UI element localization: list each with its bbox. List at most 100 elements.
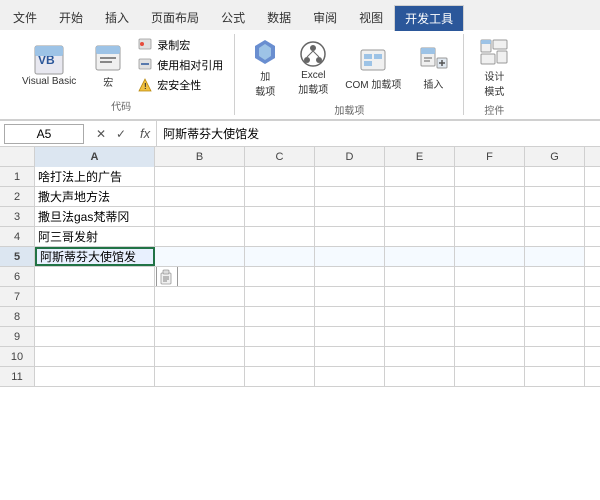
macro-security-button[interactable]: ! 宏安全性: [134, 76, 226, 94]
cell-c8[interactable]: [245, 307, 315, 326]
cell-b1[interactable]: [155, 167, 245, 186]
tab-review[interactable]: 审阅: [302, 4, 348, 30]
cell-f11[interactable]: [455, 367, 525, 386]
cell-a6[interactable]: [35, 267, 155, 286]
cell-g8[interactable]: [525, 307, 585, 326]
cell-e1[interactable]: [385, 167, 455, 186]
cell-d9[interactable]: [315, 327, 385, 346]
cell-g3[interactable]: [525, 207, 585, 226]
cell-c2[interactable]: [245, 187, 315, 206]
cell-f3[interactable]: [455, 207, 525, 226]
cell-b6[interactable]: [155, 267, 245, 286]
cell-d6[interactable]: [315, 267, 385, 286]
cell-d8[interactable]: [315, 307, 385, 326]
tab-insert[interactable]: 插入: [94, 4, 140, 30]
cell-e5[interactable]: [385, 247, 455, 266]
cell-f1[interactable]: [455, 167, 525, 186]
tab-data[interactable]: 数据: [256, 4, 302, 30]
cell-g11[interactable]: [525, 367, 585, 386]
cell-f6[interactable]: [455, 267, 525, 286]
confirm-formula-button[interactable]: ✓: [112, 125, 130, 143]
cell-g4[interactable]: [525, 227, 585, 246]
cell-e2[interactable]: [385, 187, 455, 206]
relative-ref-button[interactable]: 使用相对引用: [134, 56, 226, 74]
tab-formula[interactable]: 公式: [210, 4, 256, 30]
col-header-e[interactable]: E: [385, 147, 455, 167]
tab-page-layout[interactable]: 页面布局: [140, 4, 210, 30]
cell-d1[interactable]: [315, 167, 385, 186]
cell-c11[interactable]: [245, 367, 315, 386]
insert-button[interactable]: 插入: [411, 42, 455, 93]
col-header-c[interactable]: C: [245, 147, 315, 167]
cell-d2[interactable]: [315, 187, 385, 206]
cell-g2[interactable]: [525, 187, 585, 206]
cell-b8[interactable]: [155, 307, 245, 326]
cell-d5[interactable]: [315, 247, 385, 266]
cell-f4[interactable]: [455, 227, 525, 246]
tab-start[interactable]: 开始: [48, 4, 94, 30]
record-macro-button[interactable]: 录制宏: [134, 36, 226, 54]
cell-b10[interactable]: [155, 347, 245, 366]
addin-button[interactable]: 加载项: [243, 34, 287, 100]
cell-b11[interactable]: [155, 367, 245, 386]
tab-developer[interactable]: 开发工具: [394, 5, 464, 31]
cell-c9[interactable]: [245, 327, 315, 346]
cell-b2[interactable]: [155, 187, 245, 206]
paste-icon[interactable]: [156, 267, 178, 286]
cell-c4[interactable]: [245, 227, 315, 246]
cell-e8[interactable]: [385, 307, 455, 326]
cell-d10[interactable]: [315, 347, 385, 366]
cell-e7[interactable]: [385, 287, 455, 306]
cell-a7[interactable]: [35, 287, 155, 306]
cell-e6[interactable]: [385, 267, 455, 286]
cell-f9[interactable]: [455, 327, 525, 346]
cell-e3[interactable]: [385, 207, 455, 226]
cell-f2[interactable]: [455, 187, 525, 206]
cell-a2[interactable]: 撒大声地方法: [35, 187, 155, 206]
col-header-a[interactable]: A: [35, 147, 155, 167]
cell-a10[interactable]: [35, 347, 155, 366]
col-header-d[interactable]: D: [315, 147, 385, 167]
cell-d7[interactable]: [315, 287, 385, 306]
cell-a4[interactable]: 阿三哥发射: [35, 227, 155, 246]
cell-a1[interactable]: 啥打法上的广告: [35, 167, 155, 186]
cell-e4[interactable]: [385, 227, 455, 246]
cell-c3[interactable]: [245, 207, 315, 226]
formula-input[interactable]: [157, 125, 600, 143]
cell-g1[interactable]: [525, 167, 585, 186]
cell-a8[interactable]: [35, 307, 155, 326]
cell-c7[interactable]: [245, 287, 315, 306]
cell-d3[interactable]: [315, 207, 385, 226]
cell-g6[interactable]: [525, 267, 585, 286]
com-addin-button[interactable]: COM 加载项: [339, 42, 407, 93]
cell-e11[interactable]: [385, 367, 455, 386]
tab-view[interactable]: 视图: [348, 4, 394, 30]
cell-d4[interactable]: [315, 227, 385, 246]
cell-a11[interactable]: [35, 367, 155, 386]
cell-a3[interactable]: 撒旦法gas梵蒂冈: [35, 207, 155, 226]
cell-c1[interactable]: [245, 167, 315, 186]
visual-basic-button[interactable]: VB Visual Basic: [16, 42, 82, 89]
cell-f8[interactable]: [455, 307, 525, 326]
cell-f10[interactable]: [455, 347, 525, 366]
tab-file[interactable]: 文件: [2, 4, 48, 30]
cell-a9[interactable]: [35, 327, 155, 346]
cell-c6[interactable]: [245, 267, 315, 286]
cell-g7[interactable]: [525, 287, 585, 306]
cell-b7[interactable]: [155, 287, 245, 306]
cancel-formula-button[interactable]: ✕: [92, 125, 110, 143]
cell-e9[interactable]: [385, 327, 455, 346]
col-header-g[interactable]: G: [525, 147, 585, 167]
cell-a5[interactable]: 阿斯蒂芬大使馆发: [35, 247, 155, 266]
cell-b5[interactable]: [155, 247, 245, 266]
cell-e10[interactable]: [385, 347, 455, 366]
cell-g5[interactable]: [525, 247, 585, 266]
cell-f5[interactable]: [455, 247, 525, 266]
col-header-b[interactable]: B: [155, 147, 245, 167]
cell-d11[interactable]: [315, 367, 385, 386]
excel-addin-button[interactable]: Excel加载项: [291, 36, 335, 98]
cell-b3[interactable]: [155, 207, 245, 226]
cell-b9[interactable]: [155, 327, 245, 346]
cell-g10[interactable]: [525, 347, 585, 366]
cell-f7[interactable]: [455, 287, 525, 306]
